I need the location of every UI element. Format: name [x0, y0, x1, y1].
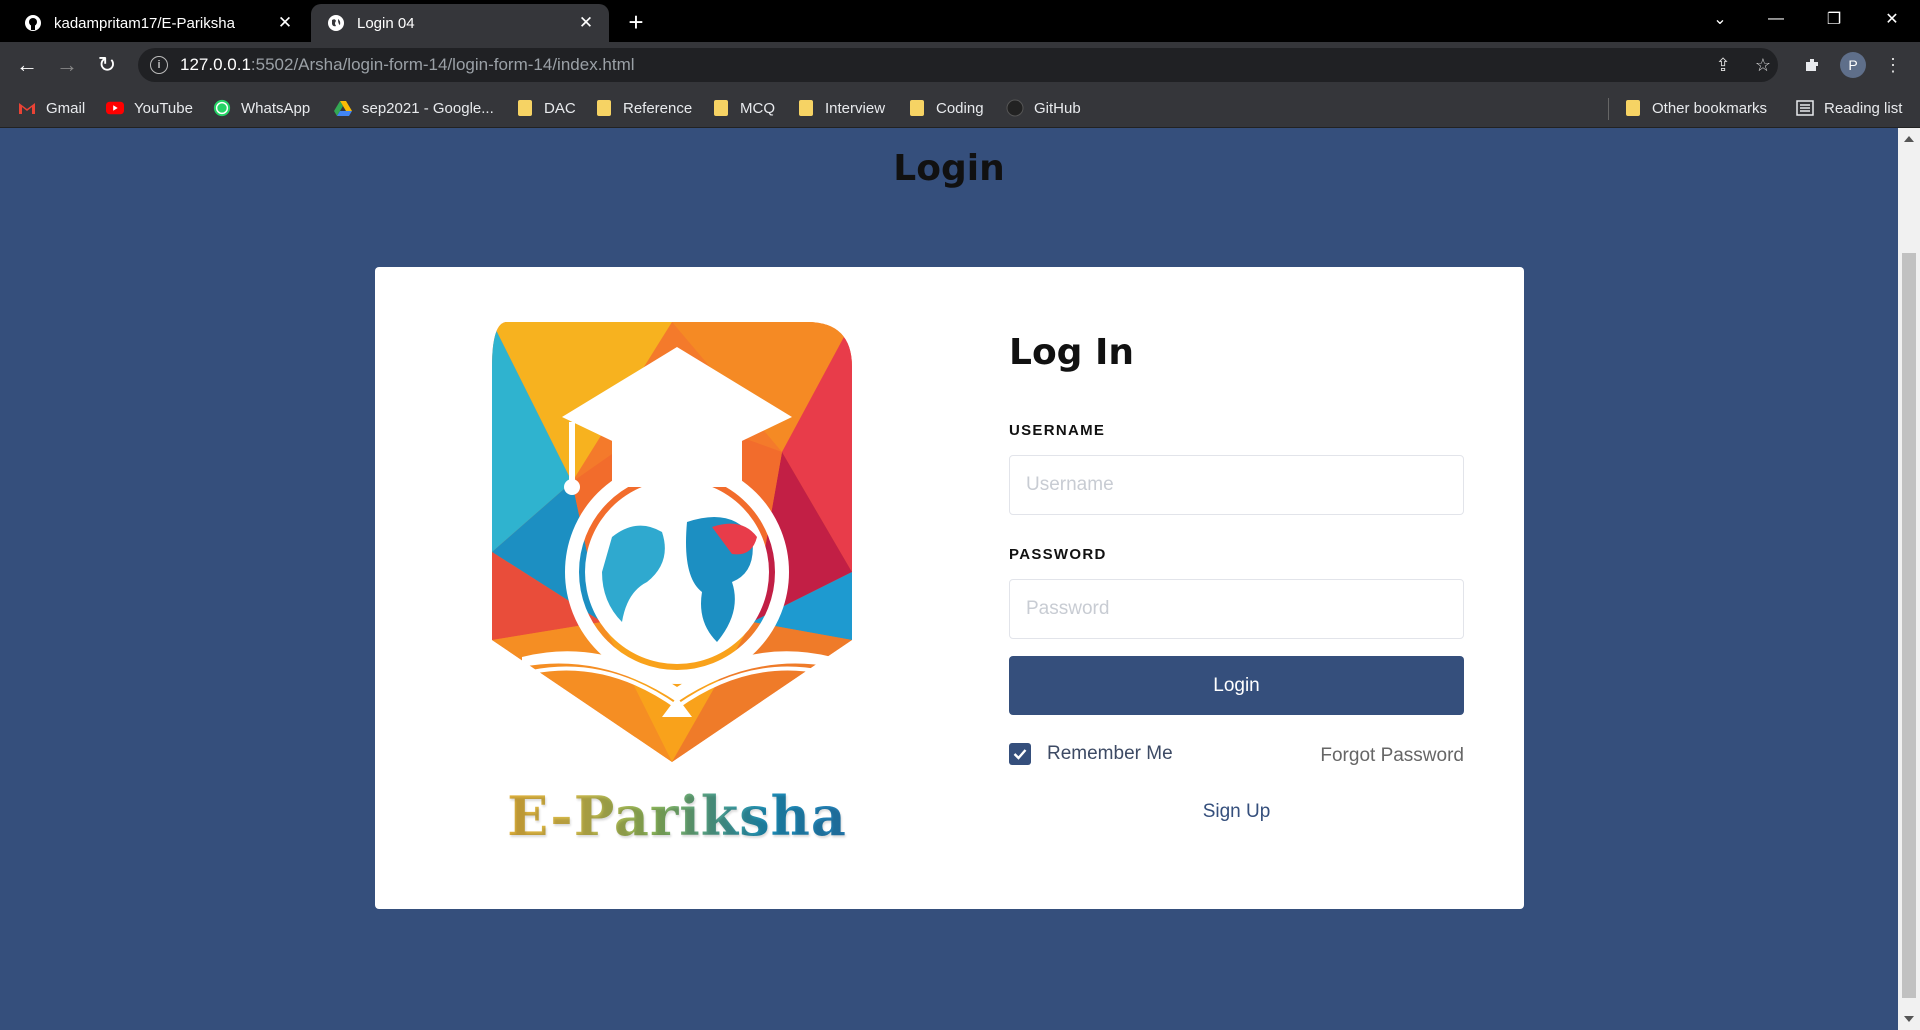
username-input[interactable] — [1009, 455, 1464, 515]
tab-title: Login 04 — [357, 14, 415, 32]
chevron-down-icon[interactable]: ⌄ — [1692, 0, 1748, 38]
remember-me-checkbox[interactable] — [1009, 743, 1031, 765]
password-label: PASSWORD — [1009, 546, 1107, 563]
google-drive-icon — [334, 99, 352, 117]
browser-toolbar: ← → ↻ i 127.0.0.1:5502/Arsha/login-form-… — [0, 42, 1920, 88]
youtube-icon — [106, 99, 124, 117]
brand-logo: E-Pariksha — [452, 322, 902, 852]
back-arrow-icon[interactable]: ← — [12, 50, 42, 80]
bookmark-folder-mcq[interactable]: MCQ — [712, 96, 775, 120]
scroll-down-arrow-icon[interactable] — [1904, 1016, 1914, 1022]
folder-icon — [797, 99, 815, 117]
brand-name: E-Pariksha — [452, 784, 902, 848]
remember-me-label: Remember Me — [1047, 743, 1173, 764]
folder-icon — [1624, 99, 1642, 117]
globe-icon — [327, 14, 345, 32]
scroll-up-arrow-icon[interactable] — [1904, 136, 1914, 142]
gmail-icon — [18, 99, 36, 117]
share-icon[interactable]: ⇪ — [1708, 50, 1738, 80]
password-input[interactable] — [1009, 579, 1464, 639]
login-button[interactable]: Login — [1009, 656, 1464, 715]
page-scrollbar[interactable] — [1898, 128, 1920, 1030]
bookmark-folder-interview[interactable]: Interview — [797, 96, 885, 120]
bookmark-whatsapp[interactable]: WhatsApp — [213, 96, 310, 120]
close-icon[interactable]: ✕ — [575, 12, 597, 34]
tab-login[interactable]: Login 04 ✕ — [311, 4, 609, 42]
folder-icon — [595, 99, 613, 117]
github-icon — [24, 14, 42, 32]
bookmark-github[interactable]: GitHub — [1006, 96, 1081, 120]
bookmarks-bar: Gmail YouTube WhatsApp sep2021 - Google.… — [0, 88, 1920, 128]
more-menu-icon[interactable]: ⋮ — [1878, 50, 1908, 80]
bookmark-folder-dac[interactable]: DAC — [516, 96, 576, 120]
new-tab-button[interactable]: + — [622, 8, 650, 36]
page-title: Login — [893, 148, 1005, 189]
address-bar[interactable]: i 127.0.0.1:5502/Arsha/login-form-14/log… — [138, 48, 1778, 82]
reload-icon[interactable]: ↻ — [92, 50, 122, 80]
avatar[interactable]: P — [1840, 52, 1866, 78]
bookmark-google-drive[interactable]: sep2021 - Google... — [334, 96, 494, 120]
tab-strip: kadampritam17/E-Pariksha ✕ Login 04 ✕ + … — [0, 0, 1920, 42]
extensions-icon[interactable] — [1797, 50, 1827, 80]
forward-arrow-icon[interactable]: → — [52, 50, 82, 80]
graduation-globe-logo-icon — [492, 322, 852, 762]
sign-up-link[interactable]: Sign Up — [1009, 801, 1464, 823]
username-label: USERNAME — [1009, 422, 1106, 439]
checkmark-icon — [1013, 749, 1027, 760]
login-card: E-Pariksha Log In USERNAME PASSWORD Logi… — [375, 267, 1524, 909]
form-title: Log In — [1009, 332, 1134, 373]
reading-list-button[interactable]: Reading list — [1796, 96, 1902, 120]
page-viewport: Login E-Pariksha Log In USERNAME Usernam… — [0, 128, 1898, 1030]
bookmark-gmail[interactable]: Gmail — [18, 96, 85, 120]
bookmark-youtube[interactable]: YouTube — [106, 96, 193, 120]
tab-title: kadampritam17/E-Pariksha — [54, 14, 235, 32]
bookmark-folder-reference[interactable]: Reference — [595, 96, 692, 120]
info-icon[interactable]: i — [150, 56, 168, 74]
url-text: 127.0.0.1:5502/Arsha/login-form-14/login… — [180, 55, 635, 74]
remember-me[interactable]: Remember Me — [1009, 743, 1173, 765]
tab-github[interactable]: kadampritam17/E-Pariksha ✕ — [8, 4, 308, 42]
forgot-password-link[interactable]: Forgot Password — [1320, 745, 1464, 767]
github-icon — [1006, 99, 1024, 117]
whatsapp-icon — [213, 99, 231, 117]
bookmark-separator — [1608, 98, 1609, 120]
bookmark-other-bookmarks[interactable]: Other bookmarks — [1624, 96, 1767, 120]
scroll-thumb[interactable] — [1902, 253, 1916, 998]
bookmark-folder-coding[interactable]: Coding — [908, 96, 984, 120]
minimize-button[interactable]: — — [1748, 0, 1804, 38]
close-icon[interactable]: ✕ — [274, 12, 296, 34]
reading-list-icon — [1796, 99, 1814, 117]
folder-icon — [712, 99, 730, 117]
star-icon[interactable]: ☆ — [1748, 50, 1778, 80]
folder-icon — [516, 99, 534, 117]
restore-button[interactable]: ❐ — [1806, 0, 1862, 38]
folder-icon — [908, 99, 926, 117]
window-close-button[interactable]: ✕ — [1864, 0, 1920, 38]
